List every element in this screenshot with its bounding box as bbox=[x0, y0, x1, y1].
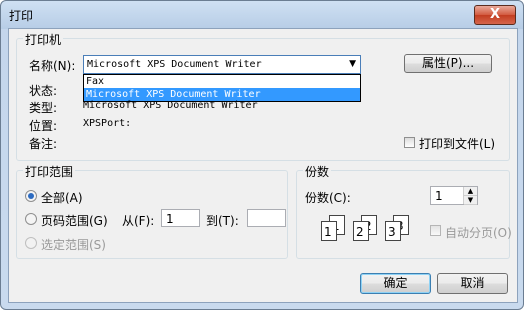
where-value: XPSPort: bbox=[83, 118, 132, 129]
from-label: 从(F): bbox=[122, 214, 155, 228]
type-label: 类型: bbox=[29, 101, 58, 115]
copies-count-label: 份数(C): bbox=[305, 191, 351, 205]
copies-group-label: 份数 bbox=[303, 163, 332, 180]
printer-group-label: 打印机 bbox=[23, 31, 64, 48]
printer-name-value: Microsoft XPS Document Writer bbox=[87, 59, 262, 70]
print-dialog: 打印 X 打印机 名称(N): Microsoft XPS Document W… bbox=[0, 0, 524, 310]
collate-page-icon: 1 bbox=[321, 221, 337, 241]
ok-button[interactable]: 确定 bbox=[360, 273, 431, 294]
collate-label[interactable]: 自动分页(O) bbox=[445, 224, 512, 241]
from-input[interactable]: 1 bbox=[161, 209, 200, 227]
spin-up-icon[interactable]: ▲ bbox=[464, 187, 477, 196]
range-selection-label[interactable]: 选定范围(S) bbox=[41, 236, 106, 253]
spin-down-icon[interactable]: ▼ bbox=[464, 196, 477, 205]
collate-page-icon: 3 bbox=[385, 221, 401, 241]
copies-group: 份数 份数(C): 1 ▲ ▼ 1 1 2 2 3 3 自动分页(O) bbox=[296, 163, 512, 259]
from-input-value: 1 bbox=[166, 212, 174, 226]
range-selection-radio[interactable] bbox=[25, 237, 37, 249]
range-pages-label[interactable]: 页码范围(G) bbox=[41, 212, 108, 229]
print-to-file-checkbox[interactable] bbox=[404, 137, 415, 148]
range-pages-radio[interactable] bbox=[25, 213, 37, 225]
collate-page-icon: 2 bbox=[353, 221, 369, 241]
cancel-button[interactable]: 取消 bbox=[437, 273, 508, 294]
collate-illustration: 1 1 2 2 3 3 bbox=[321, 215, 421, 245]
printer-name-select[interactable]: Microsoft XPS Document Writer ▼ bbox=[83, 55, 361, 74]
close-button[interactable]: X bbox=[474, 5, 516, 25]
ok-button-label: 确定 bbox=[383, 276, 408, 290]
range-all-label[interactable]: 全部(A) bbox=[41, 189, 83, 206]
to-input[interactable] bbox=[247, 209, 286, 227]
collate-checkbox[interactable] bbox=[430, 225, 441, 236]
title-bar[interactable]: 打印 X bbox=[1, 1, 523, 28]
copies-count-value: 1 bbox=[435, 189, 443, 203]
printer-dropdown-list: Fax Microsoft XPS Document Writer bbox=[83, 74, 361, 102]
printer-name-label: 名称(N): bbox=[29, 59, 76, 73]
printer-group: 打印机 名称(N): Microsoft XPS Document Writer… bbox=[16, 31, 510, 161]
properties-button-label: 属性(P)... bbox=[421, 56, 475, 70]
copies-spinner[interactable]: ▲ ▼ bbox=[463, 187, 477, 205]
dialog-body: 打印机 名称(N): Microsoft XPS Document Writer… bbox=[8, 28, 518, 303]
printer-option-fax[interactable]: Fax bbox=[84, 75, 360, 88]
copies-count-input[interactable]: 1 ▲ ▼ bbox=[430, 186, 478, 205]
print-range-group: 打印范围 全部(A) 页码范围(G) 从(F): 1 到(T): 选定范围(S) bbox=[16, 163, 288, 259]
comment-label: 备注: bbox=[29, 137, 58, 151]
print-range-group-label: 打印范围 bbox=[23, 163, 76, 180]
status-label: 状态: bbox=[29, 84, 58, 98]
to-label: 到(T): bbox=[206, 214, 239, 228]
window-title: 打印 bbox=[9, 9, 34, 23]
print-to-file-label[interactable]: 打印到文件(L) bbox=[419, 135, 495, 152]
range-all-radio[interactable] bbox=[25, 190, 37, 202]
cancel-button-label: 取消 bbox=[460, 276, 485, 290]
type-value: Microsoft XPS Document Writer bbox=[83, 100, 258, 111]
where-label: 位置: bbox=[29, 119, 58, 133]
properties-button[interactable]: 属性(P)... bbox=[404, 54, 492, 73]
chevron-down-icon: ▼ bbox=[349, 59, 356, 69]
